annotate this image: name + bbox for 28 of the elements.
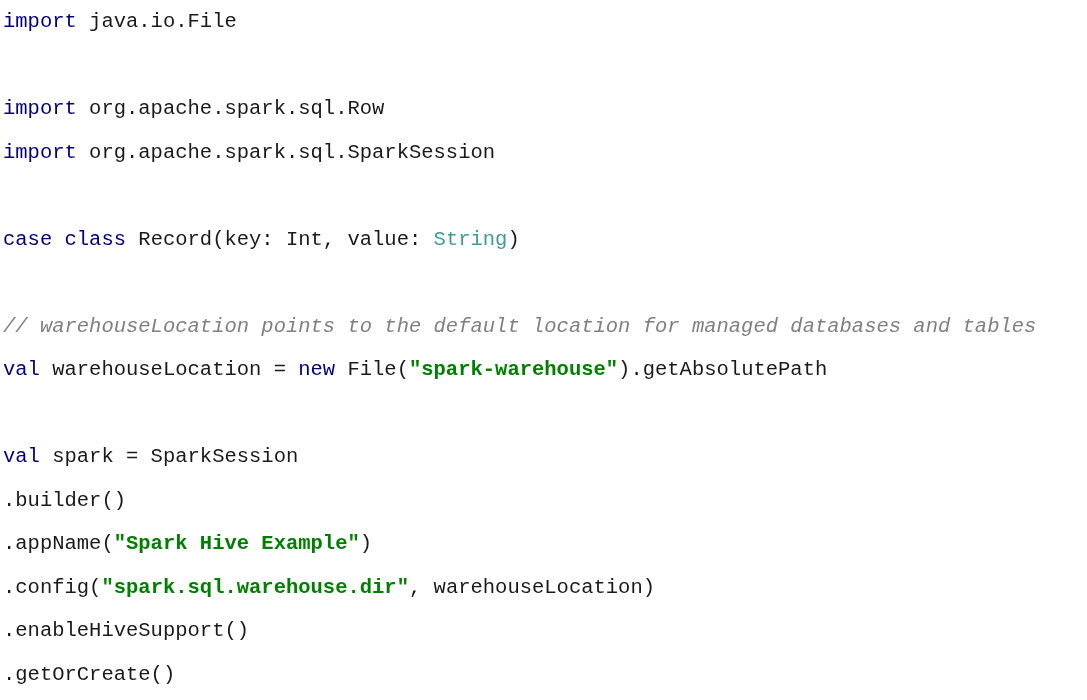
keyword: import — [3, 10, 77, 33]
code-text: org.apache.spark.sql.SparkSession — [88, 140, 496, 164]
code-comment: // warehouseLocation points to the default location for managed databases and tables — [3, 314, 1037, 338]
code-text: org.apache.spark.sql.Row — [88, 97, 385, 120]
code-text: .getOrCreate() — [3, 662, 176, 686]
code-text: .builder() — [3, 488, 127, 512]
code-text: .appName( — [3, 532, 114, 555]
code-text: ) — [359, 532, 373, 555]
string-literal: "spark-warehouse" — [408, 358, 619, 381]
code-text: java.io.File — [88, 10, 237, 33]
type-name: String — [433, 227, 508, 251]
keyword: import — [3, 140, 77, 164]
string-literal: "spark.sql.warehouse.dir" — [101, 575, 409, 599]
keyword: val — [3, 358, 40, 381]
code-text: ) — [507, 227, 520, 251]
code-text: ).getAbsolutePath — [618, 358, 828, 381]
string-literal: "Spark Hive Example" — [113, 532, 360, 555]
keyword: new — [298, 358, 336, 381]
keyword: case class — [3, 227, 127, 251]
code-text: File( — [346, 358, 409, 381]
code-text: .enableHiveSupport() — [3, 619, 250, 642]
code-text: warehouseLocation = — [51, 358, 287, 381]
code-text: Record(key: Int, value: — [137, 227, 423, 251]
code-text: .config( — [3, 575, 102, 599]
keyword: val — [3, 445, 40, 468]
code-text: spark = SparkSession — [51, 445, 299, 468]
keyword: import — [3, 97, 77, 120]
code-text: , warehouseLocation) — [409, 575, 656, 599]
